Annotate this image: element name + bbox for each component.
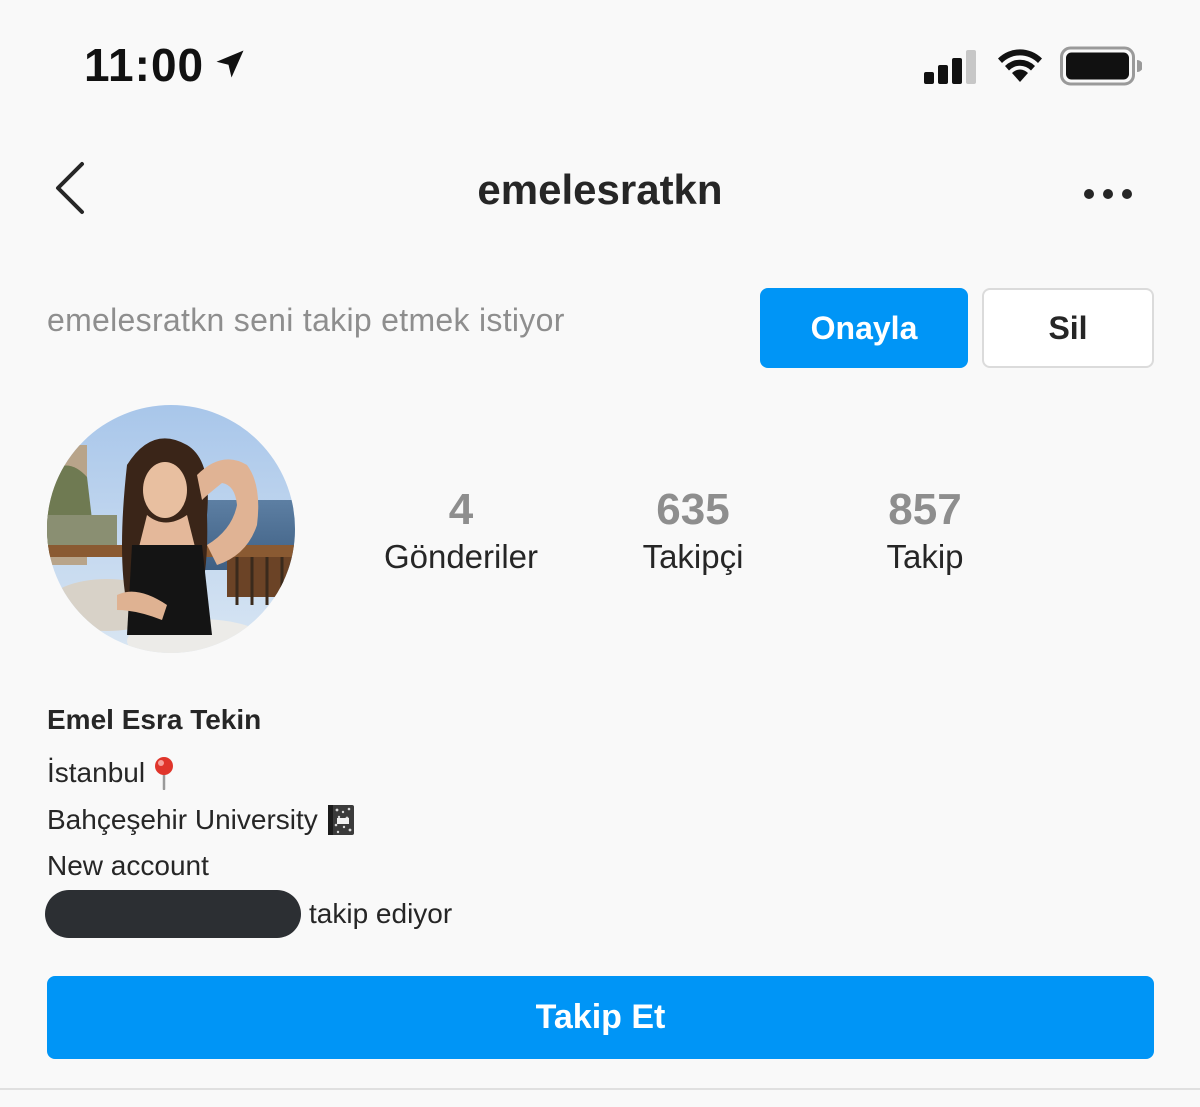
stat-posts[interactable]: 4 Gönderiler bbox=[351, 484, 571, 578]
followed-by[interactable]: takip ediyor bbox=[45, 890, 452, 938]
avatar[interactable] bbox=[47, 405, 295, 653]
followed-by-text: takip ediyor bbox=[309, 898, 453, 929]
bio-line: İstanbul bbox=[47, 756, 177, 790]
round-pushpin-icon bbox=[155, 757, 174, 790]
redacted-username bbox=[45, 890, 301, 938]
stat-followers[interactable]: 635 Takipçi bbox=[583, 484, 803, 578]
profile-photo bbox=[47, 405, 295, 653]
page-title: emelesratkn bbox=[477, 166, 723, 213]
cellular-signal-icon bbox=[924, 50, 976, 84]
stat-value: 635 bbox=[656, 485, 730, 534]
bio-text: Bahçeşehir University bbox=[47, 804, 318, 835]
stat-value: 4 bbox=[448, 485, 474, 534]
wifi-icon bbox=[998, 49, 1042, 82]
stat-following[interactable]: 857 Takip bbox=[815, 484, 1035, 578]
stat-label: Takipçi bbox=[642, 538, 744, 575]
more-horizontal-icon[interactable] bbox=[1082, 184, 1134, 204]
bio-text: İstanbul bbox=[47, 757, 146, 788]
bio-text: New account bbox=[47, 850, 209, 881]
status-time: 11:00 bbox=[84, 39, 205, 91]
profile-name: Emel Esra Tekin bbox=[47, 704, 262, 735]
status-bar: 11:00 bbox=[0, 0, 1200, 130]
follow-request-text: emelesratkn seni takip etmek istiyor bbox=[47, 302, 565, 338]
bio-line: Bahçeşehir University bbox=[47, 803, 358, 837]
remove-button[interactable]: Sil bbox=[982, 288, 1154, 368]
composition-notebook-icon bbox=[327, 805, 354, 835]
bio-line: New account bbox=[47, 850, 209, 882]
stat-label: Takip bbox=[886, 538, 964, 575]
battery-icon bbox=[1060, 46, 1142, 86]
stat-value: 857 bbox=[888, 485, 962, 534]
divider bbox=[0, 1088, 1200, 1090]
approve-button[interactable]: Onayla bbox=[760, 288, 968, 368]
follow-button[interactable]: Takip Et bbox=[47, 976, 1154, 1059]
location-arrow-icon bbox=[216, 50, 244, 78]
stat-label: Gönderiler bbox=[383, 538, 539, 575]
